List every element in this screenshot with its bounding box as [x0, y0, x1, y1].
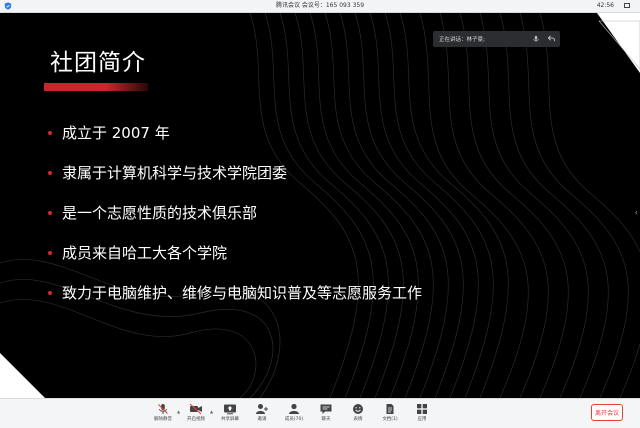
chat-button[interactable]: 聊天 — [313, 401, 339, 425]
bullet-item: 成立于 2007 年 — [48, 123, 422, 163]
mute-options-caret-icon[interactable]: ▲ — [177, 409, 180, 414]
mute-label: 解除静音 — [154, 417, 172, 422]
shared-screen: 社团简介 成立于 2007 年 隶属于计算机科学与技术学院团委 是一个志愿性质的… — [0, 13, 640, 398]
bullet-dot-icon — [48, 291, 52, 295]
camera-off-icon — [189, 403, 202, 415]
documents-button[interactable]: 文档(1) — [377, 401, 403, 425]
members-label: 成员(70) — [284, 417, 304, 422]
share-screen-label: 共享屏幕 — [221, 417, 239, 422]
apps-icon — [417, 404, 427, 414]
bullet-item: 隶属于计算机科学与技术学院团委 — [48, 163, 422, 203]
video-button[interactable]: 开启视频 — [183, 401, 209, 425]
members-icon — [289, 403, 299, 414]
bullet-dot-icon — [48, 251, 52, 255]
slide-bullet-list: 成立于 2007 年 隶属于计算机科学与技术学院团委 是一个志愿性质的技术俱乐部… — [48, 123, 422, 323]
bullet-dot-icon — [48, 171, 52, 175]
meeting-timer: 42:56 — [596, 2, 614, 9]
window-title-bar: 腾讯会议 会议号：165 093 359 42:56 — [0, 0, 640, 13]
bullet-dot-icon — [48, 211, 52, 215]
active-speaker-panel: 正在讲话：林子豪; — [433, 31, 560, 47]
invite-button[interactable]: 邀请 — [249, 401, 275, 425]
active-speaker-label: 正在讲话：林子豪; — [439, 37, 485, 43]
mute-button[interactable]: 解除静音 — [150, 401, 176, 425]
chat-label: 聊天 — [321, 417, 331, 422]
bullet-dot-icon — [48, 131, 52, 135]
share-screen-button[interactable]: 共享屏幕 — [217, 401, 243, 425]
speaker-mic-icon — [533, 35, 539, 43]
bullet-item: 成员来自哈工大各个学院 — [48, 243, 422, 283]
mic-muted-icon — [158, 404, 168, 414]
share-screen-icon — [224, 404, 236, 415]
reactions-label: 表情 — [353, 417, 363, 422]
video-label: 开启视频 — [187, 417, 205, 422]
leave-meeting-button[interactable]: 离开会议 — [591, 404, 623, 421]
apps-label: 应用 — [417, 417, 427, 422]
members-button[interactable]: 成员(70) — [281, 401, 307, 425]
apps-button[interactable]: 应用 — [409, 401, 435, 425]
document-icon — [386, 404, 394, 414]
window-title: 腾讯会议 会议号：165 093 359 — [275, 2, 365, 9]
bullet-item: 是一个志愿性质的技术俱乐部 — [48, 203, 422, 243]
meeting-toolbar: 解除静音 ▲ 开启视频 ▲ 共享屏幕 邀请 成员(70) 聊天 表情 文档(1)… — [0, 398, 640, 428]
collapse-arrow-icon[interactable] — [547, 34, 556, 43]
add-user-icon — [256, 404, 268, 414]
chat-icon — [320, 404, 332, 414]
bullet-item: 致力于电脑维护、维修与电脑知识普及等志愿服务工作 — [48, 283, 422, 323]
title-accent-bar — [44, 83, 148, 91]
invite-label: 邀请 — [257, 417, 267, 422]
slide-title: 社团简介 — [50, 50, 146, 76]
smile-icon — [353, 404, 363, 414]
reactions-button[interactable]: 表情 — [345, 401, 371, 425]
maximize-button[interactable] — [624, 3, 630, 8]
video-options-caret-icon[interactable]: ▲ — [210, 409, 213, 414]
documents-label: 文档(1) — [382, 417, 398, 422]
chevron-left-icon[interactable]: ‹ — [635, 208, 638, 217]
